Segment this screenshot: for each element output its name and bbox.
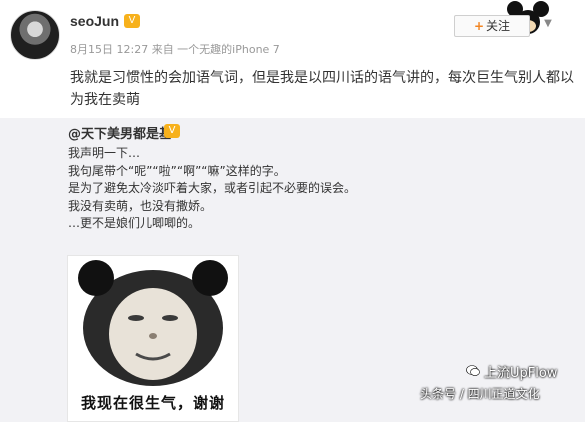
chevron-down-icon[interactable]: ▼ [541, 18, 555, 32]
repost-line: 我声明一下… [68, 146, 141, 160]
watermark-source: 头条号 / 四川正道文化 [420, 387, 540, 401]
username[interactable]: seoJun [70, 13, 119, 29]
follow-label: 关注 [486, 19, 511, 33]
post-meta: 8月15日 12:27 来自 一个无趣的iPhone 7 [70, 43, 280, 56]
panda-face-icon [78, 260, 228, 386]
repost-text: 我声明一下… 我句尾带个“呢”“啦”“啊”“嘛”这样的字。 是为了避免太冷淡吓着… [68, 145, 356, 233]
repost-verified-badge: V [164, 124, 180, 138]
wechat-icon [466, 365, 480, 376]
watermark-logo: 上流UpFlow [484, 366, 558, 381]
repost-line: 是为了避免太冷淡吓着大家，或者引起不必要的误会。 [68, 181, 357, 195]
post-header: seoJun V 8月15日 12:27 来自 一个无趣的iPhone 7 + 关… [0, 0, 585, 118]
verified-badge: V [124, 14, 140, 28]
avatar[interactable] [10, 10, 60, 60]
plus-icon: + [473, 19, 485, 33]
repost-line: …更不是娘们儿唧唧的。 [68, 216, 201, 230]
repost-line: 我句尾带个“呢”“啦”“啊”“嘛”这样的字。 [68, 163, 286, 178]
meme-caption: 我现在很生气，谢谢 [80, 394, 225, 412]
repost-author[interactable]: @天下美男都是基 [68, 123, 172, 142]
follow-button[interactable]: + 关注 [454, 15, 530, 37]
panda-meme-image[interactable]: 我现在很生气，谢谢 [67, 255, 239, 422]
repost-line: 我没有卖萌，也没有撒娇。 [68, 198, 213, 213]
post-text: 我就是习惯性的会加语气词，但是我是以四川话的语气讲的，每次巨生气别人都以为我在卖… [70, 70, 574, 108]
